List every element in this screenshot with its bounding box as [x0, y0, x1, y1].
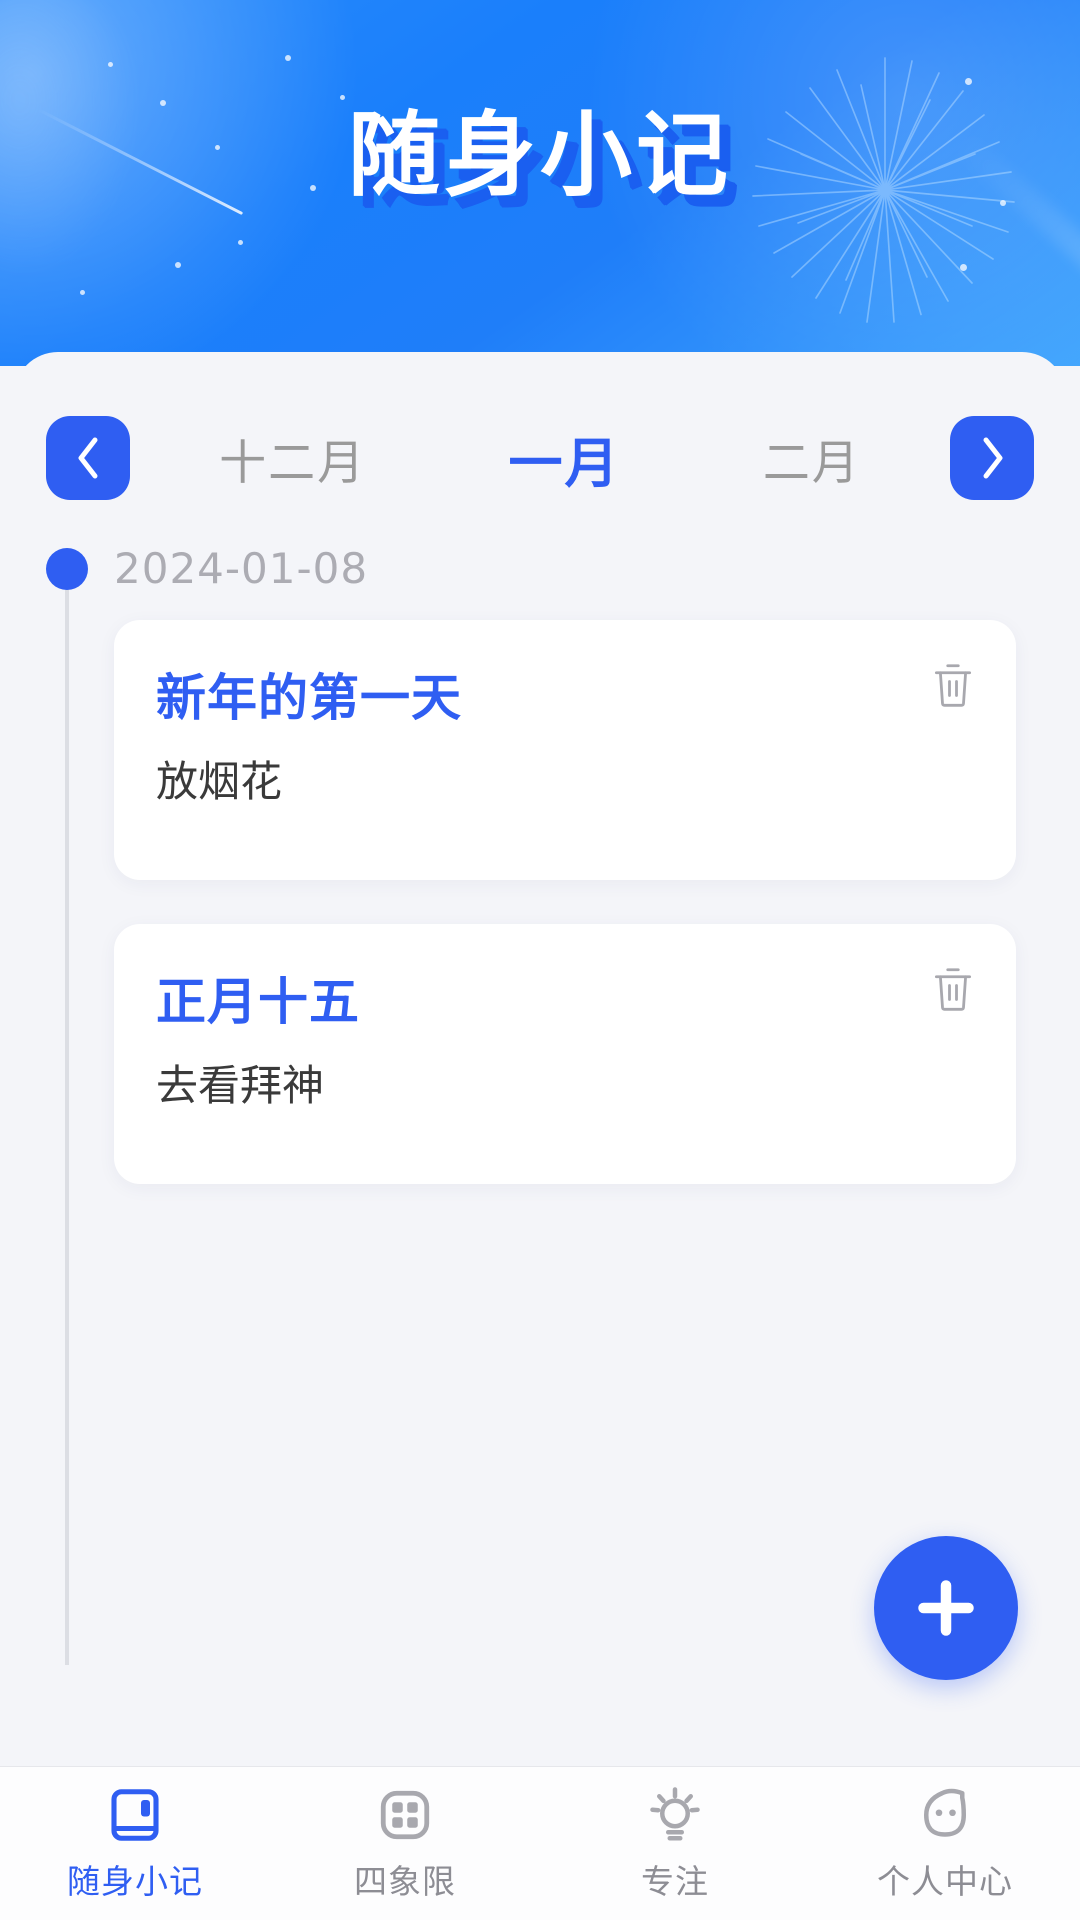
month-list: 十二月 一月 二月: [130, 419, 950, 498]
tab-label: 随身小记: [67, 1862, 203, 1901]
page-title: 随身小记: [347, 102, 732, 209]
note-body: 放烟花: [156, 757, 283, 806]
star-dot: [340, 95, 345, 100]
tab-notes[interactable]: 随身小记: [0, 1767, 270, 1920]
quadrant-grid-icon: [380, 1790, 430, 1840]
trash-icon[interactable]: [932, 966, 974, 1012]
timeline-dot: [46, 548, 88, 590]
star-dot: [960, 264, 967, 271]
chevron-left-icon: [78, 437, 98, 479]
month-item-next[interactable]: 二月: [763, 424, 861, 493]
tab-quadrant[interactable]: 四象限: [270, 1767, 540, 1920]
prev-month-button[interactable]: [46, 416, 130, 500]
month-item-prev[interactable]: 十二月: [219, 424, 366, 493]
app-screen: 随身小记 十二月 一月 二月 2024-01-08 新年的第一天 放烟花 正月十…: [0, 0, 1080, 1920]
timeline-line: [65, 560, 69, 1665]
note-title: 新年的第一天: [156, 669, 462, 727]
tab-focus[interactable]: 专注: [540, 1767, 810, 1920]
timeline-date-label: 2024-01-08: [114, 544, 369, 593]
trash-icon[interactable]: [932, 662, 974, 708]
next-month-button[interactable]: [950, 416, 1034, 500]
star-dot: [80, 290, 85, 295]
star-dot: [175, 262, 181, 268]
note-title: 正月十五: [156, 973, 360, 1031]
month-switcher: 十二月 一月 二月: [14, 410, 1066, 506]
chevron-right-icon: [983, 437, 1003, 479]
timeline-date-group: 2024-01-08: [14, 540, 1066, 620]
star-dot: [238, 240, 243, 245]
star-dot: [160, 100, 166, 106]
tab-label: 四象限: [354, 1862, 456, 1901]
plus-icon: [918, 1580, 974, 1636]
month-item-current[interactable]: 一月: [508, 419, 620, 498]
note-card[interactable]: 新年的第一天 放烟花: [114, 620, 1016, 880]
star-dot: [108, 62, 113, 67]
notes-timeline: 2024-01-08 新年的第一天 放烟花 正月十五 去看拜神: [14, 540, 1066, 1665]
add-note-button[interactable]: [874, 1536, 1018, 1680]
bottom-tabbar: 随身小记 四象限 专注 个人中心: [0, 1766, 1080, 1920]
star-dot: [965, 78, 972, 85]
app-header: 随身小记: [0, 0, 1080, 366]
notebook-icon: [111, 1789, 159, 1841]
tab-profile[interactable]: 个人中心: [810, 1767, 1080, 1920]
note-body: 去看拜神: [156, 1061, 325, 1110]
profile-face-icon: [924, 1788, 966, 1837]
tab-label: 专注: [641, 1862, 709, 1901]
tab-label: 个人中心: [877, 1862, 1013, 1901]
lightbulb-icon: [650, 1787, 700, 1841]
note-card[interactable]: 正月十五 去看拜神: [114, 924, 1016, 1184]
star-dot: [285, 55, 291, 61]
